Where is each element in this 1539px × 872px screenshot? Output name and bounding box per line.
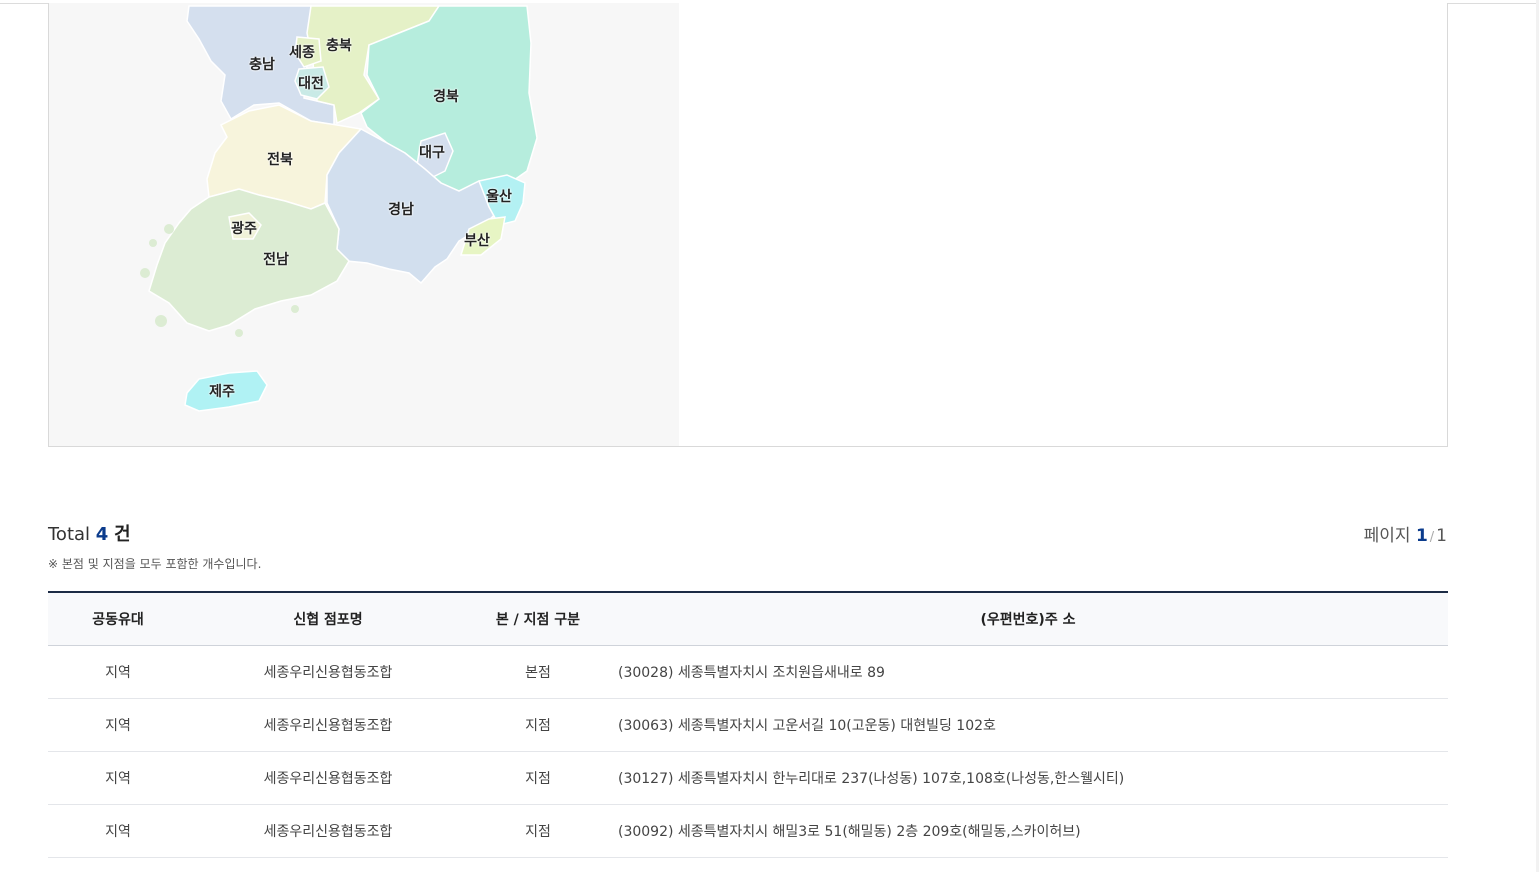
table-row[interactable]: 지역 세종우리신용협동조합 지점 (30127) 세종특별자치시 한누리대로 2…: [48, 751, 1448, 805]
region-label-sejong[interactable]: 세종: [289, 42, 315, 62]
region-jeonnam-island: [235, 329, 243, 337]
page-total: 1: [1436, 526, 1447, 546]
page-label: 페이지: [1363, 526, 1411, 546]
count-note: ※ 본점 및 지점을 모두 포함한 개수입니다.: [48, 557, 262, 571]
page-separator: /: [1429, 530, 1435, 545]
region-jeonnam-island: [291, 305, 299, 313]
region-jeonnam-island: [149, 239, 157, 247]
table-row[interactable]: 지역 세종우리신용협동조합 지점 (30092) 세종특별자치시 해밀3로 51…: [48, 804, 1448, 858]
region-label-ulsan[interactable]: 울산: [486, 186, 512, 206]
page-indicator: 페이지 1/1: [1364, 521, 1447, 546]
region-jeonnam-island: [155, 315, 167, 327]
cell-branch-name: 세종우리신용협동조합: [188, 751, 468, 805]
cell-address: (30092) 세종특별자치시 해밀3로 51(해밀동) 2층 209호(해밀동…: [608, 804, 1448, 858]
region-label-chungnam[interactable]: 충남: [249, 54, 275, 74]
cell-branch-type: 본점: [468, 645, 608, 699]
region-label-busan[interactable]: 부산: [464, 230, 490, 250]
cell-address: (30063) 세종특별자치시 고운서길 10(고운동) 대현빌딩 102호: [608, 698, 1448, 752]
korea-map-svg: [140, 5, 538, 412]
table-row[interactable]: 지역 세종우리신용협동조합 지점 (30063) 세종특별자치시 고운서길 10…: [48, 698, 1448, 752]
header-branch-type: 본 / 지점 구분: [468, 591, 608, 646]
cell-branch-type: 지점: [468, 751, 608, 805]
region-label-gwangju[interactable]: 광주: [231, 218, 257, 238]
header-branch-name: 신협 점포명: [188, 591, 468, 646]
map-container: 충남 세종 충북 대전 경북 전북 대구 울산 경남 광주 부산 전남 제주: [48, 3, 1448, 447]
region-jeonnam[interactable]: [148, 188, 350, 332]
cell-branch-name: 세종우리신용협동조합: [188, 698, 468, 752]
cell-branch-type: 지점: [468, 698, 608, 752]
cell-address: (30028) 세종특별자치시 조치원읍새내로 89: [608, 645, 1448, 699]
page-current: 1: [1415, 526, 1428, 546]
region-label-daejeon[interactable]: 대전: [298, 73, 324, 93]
region-label-jeonbuk[interactable]: 전북: [267, 149, 293, 169]
korea-map: 충남 세종 충북 대전 경북 전북 대구 울산 경남 광주 부산 전남 제주: [49, 3, 679, 446]
total-number: 4: [95, 524, 109, 545]
region-jeonnam-island: [164, 224, 174, 234]
region-jeonnam-island: [140, 268, 150, 278]
total-unit: 건: [114, 524, 131, 545]
cell-branch-name: 세종우리신용협동조합: [188, 645, 468, 699]
region-label-daegu[interactable]: 대구: [419, 142, 445, 162]
cell-bond: 지역: [48, 698, 188, 752]
region-label-gyeongnam[interactable]: 경남: [388, 199, 414, 219]
cell-address: (30127) 세종특별자치시 한누리대로 237(나성동) 107호,108호…: [608, 751, 1448, 805]
cell-branch-name: 세종우리신용협동조합: [188, 804, 468, 858]
region-label-jeju[interactable]: 제주: [209, 381, 235, 401]
region-label-chungbuk[interactable]: 충북: [326, 35, 352, 55]
table-header-row: 공동유대 신협 점포명 본 / 지점 구분 (우편번호)주 소: [48, 591, 1448, 646]
total-count: Total 4 건: [48, 520, 131, 546]
table-row[interactable]: 지역 세종우리신용협동조합 본점 (30028) 세종특별자치시 조치원읍새내로…: [48, 645, 1448, 699]
region-label-gyeongbuk[interactable]: 경북: [433, 86, 459, 106]
total-prefix: Total: [48, 524, 91, 545]
region-label-jeonnam[interactable]: 전남: [263, 249, 289, 269]
header-address: (우편번호)주 소: [608, 591, 1448, 646]
cell-bond: 지역: [48, 645, 188, 699]
cell-bond: 지역: [48, 751, 188, 805]
branch-table: 공동유대 신협 점포명 본 / 지점 구분 (우편번호)주 소 지역 세종우리신…: [48, 591, 1448, 858]
header-bond: 공동유대: [48, 591, 188, 646]
cell-bond: 지역: [48, 804, 188, 858]
cell-branch-type: 지점: [468, 804, 608, 858]
